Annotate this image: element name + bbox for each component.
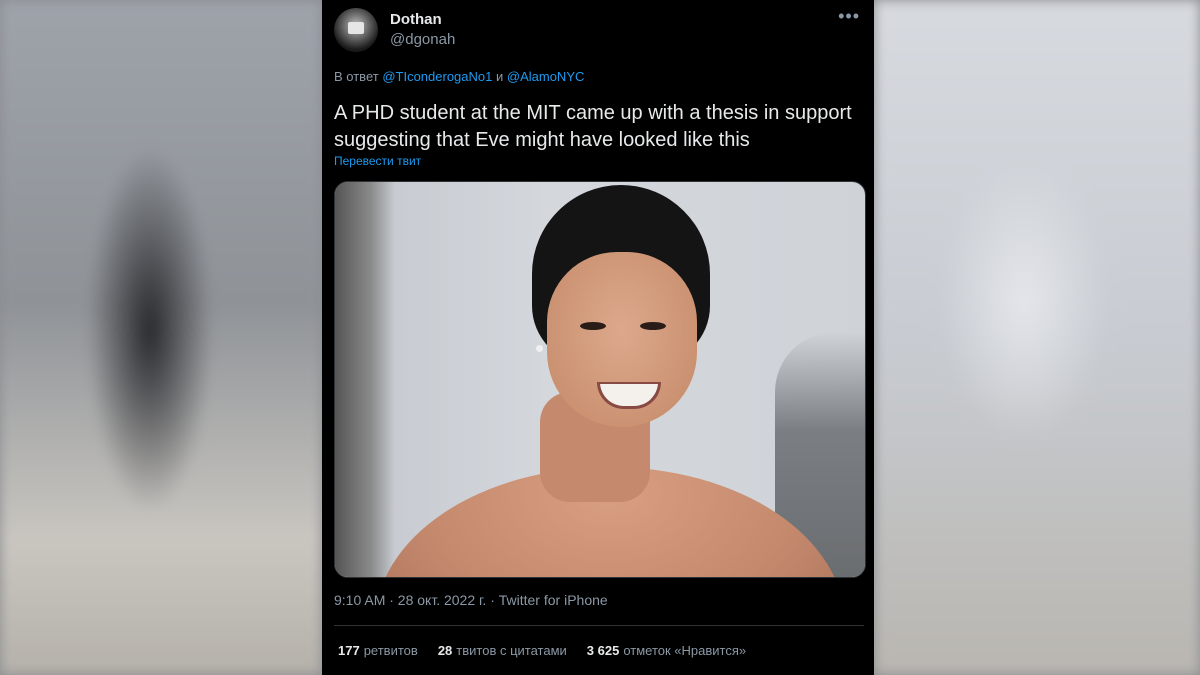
photo-background-figure	[335, 182, 395, 577]
divider	[334, 625, 864, 626]
reply-mention-1[interactable]: @TIconderogaNo1	[382, 69, 492, 84]
reply-context: В ответ @TIconderogaNo1 и @AlamoNYC	[334, 69, 584, 84]
reply-mention-2[interactable]: @AlamoNYC	[507, 69, 585, 84]
retweets-label: ретвитов	[363, 643, 418, 658]
photo-earring	[536, 345, 543, 352]
quotes-stat[interactable]: 28 твитов с цитатами	[438, 643, 567, 658]
quotes-count: 28	[437, 643, 453, 658]
translate-tweet-link[interactable]: Перевести твит	[334, 154, 421, 168]
quotes-label: твитов с цитатами	[456, 643, 567, 658]
avatar-image	[348, 22, 364, 34]
author-name[interactable]: Dothan	[390, 11, 442, 28]
blurred-background-right	[874, 0, 1200, 675]
likes-count: 3 625	[586, 643, 620, 658]
likes-label: отметок «Нравится»	[623, 643, 747, 658]
photo-eye-left	[580, 322, 606, 330]
avatar[interactable]	[334, 8, 378, 52]
tweet-stats: 177 ретвитов 28 твитов с цитатами 3 625 отм…	[338, 643, 746, 658]
photo-eye-right	[640, 322, 666, 330]
blurred-background-left	[0, 0, 322, 675]
tweet-timestamp[interactable]: 9:10 AM · 28 окт. 2022 г. · Twitter for …	[334, 592, 608, 608]
tweet-card: Dothan @dgonah ••• В ответ @TIconderogaN…	[322, 0, 874, 675]
reply-joiner: и	[496, 69, 504, 84]
author-handle[interactable]: @dgonah	[390, 31, 455, 48]
retweets-stat[interactable]: 177 ретвитов	[338, 643, 418, 658]
likes-stat[interactable]: 3 625 отметок «Нравится»	[587, 643, 746, 658]
tweet-photo[interactable]	[334, 181, 866, 578]
reply-prefix: В ответ	[334, 69, 379, 84]
retweets-count: 177	[338, 643, 360, 658]
more-options-icon[interactable]: •••	[838, 6, 860, 27]
tweet-text: A PHD student at the MIT came up with a …	[334, 102, 852, 151]
